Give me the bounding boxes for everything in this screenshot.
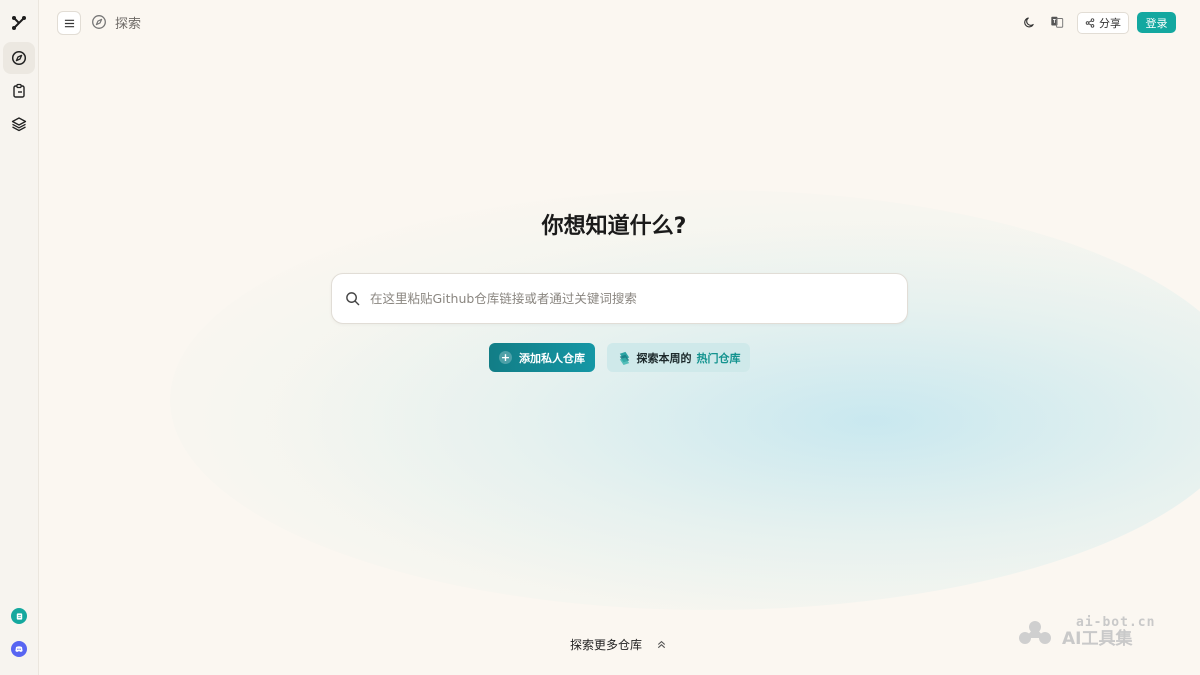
explore-more-label: 探索更多仓库 [570, 638, 643, 652]
discord-icon[interactable] [11, 641, 27, 657]
chevron-double-up-icon [657, 640, 666, 649]
share-button[interactable]: 分享 [1077, 12, 1129, 34]
sidebar [0, 0, 39, 675]
watermark-name: AI工具集 [1062, 629, 1133, 649]
theme-toggle-button[interactable] [1020, 13, 1038, 31]
add-private-repo-label: 添加私人仓库 [519, 351, 585, 365]
moon-icon [1023, 16, 1034, 27]
top-bar: 探索 分享 登录 [38, 0, 1200, 44]
search-icon [346, 292, 360, 306]
watermark-url: ai-bot.cn [1076, 615, 1156, 630]
share-label: 分享 [1099, 17, 1121, 30]
search-input[interactable] [368, 274, 892, 323]
clipboard-icon[interactable] [3, 75, 35, 107]
layers-icon[interactable] [3, 108, 35, 140]
book-stack-icon [619, 351, 629, 365]
hot-repos-label: 热门仓库 [696, 351, 741, 365]
share-icon [1085, 18, 1095, 28]
explore-label: 探索本周的 [636, 351, 692, 365]
explore-more[interactable]: 探索更多仓库 [570, 636, 667, 653]
compass-icon [92, 15, 106, 29]
compass-icon[interactable] [3, 42, 35, 74]
search-box [331, 273, 908, 324]
logo-icon[interactable] [3, 7, 35, 39]
docs-icon[interactable] [11, 608, 27, 624]
add-private-repo-button[interactable]: + 添加私人仓库 [489, 343, 595, 372]
plus-icon: + [499, 351, 512, 364]
watermark-logo-icon [1019, 621, 1051, 644]
language-button[interactable] [1048, 13, 1066, 31]
menu-icon [64, 19, 74, 27]
breadcrumb: 探索 [115, 17, 142, 32]
watermark: ai-bot.cn AI工具集 [1014, 612, 1164, 652]
background-glow [170, 190, 1200, 610]
translate-icon [1051, 16, 1064, 28]
page-title: 你想知道什么? [541, 214, 687, 239]
menu-button[interactable] [57, 11, 81, 35]
explore-trending-button[interactable]: 探索本周的 热门仓库 [607, 343, 750, 372]
login-button[interactable]: 登录 [1137, 12, 1176, 33]
